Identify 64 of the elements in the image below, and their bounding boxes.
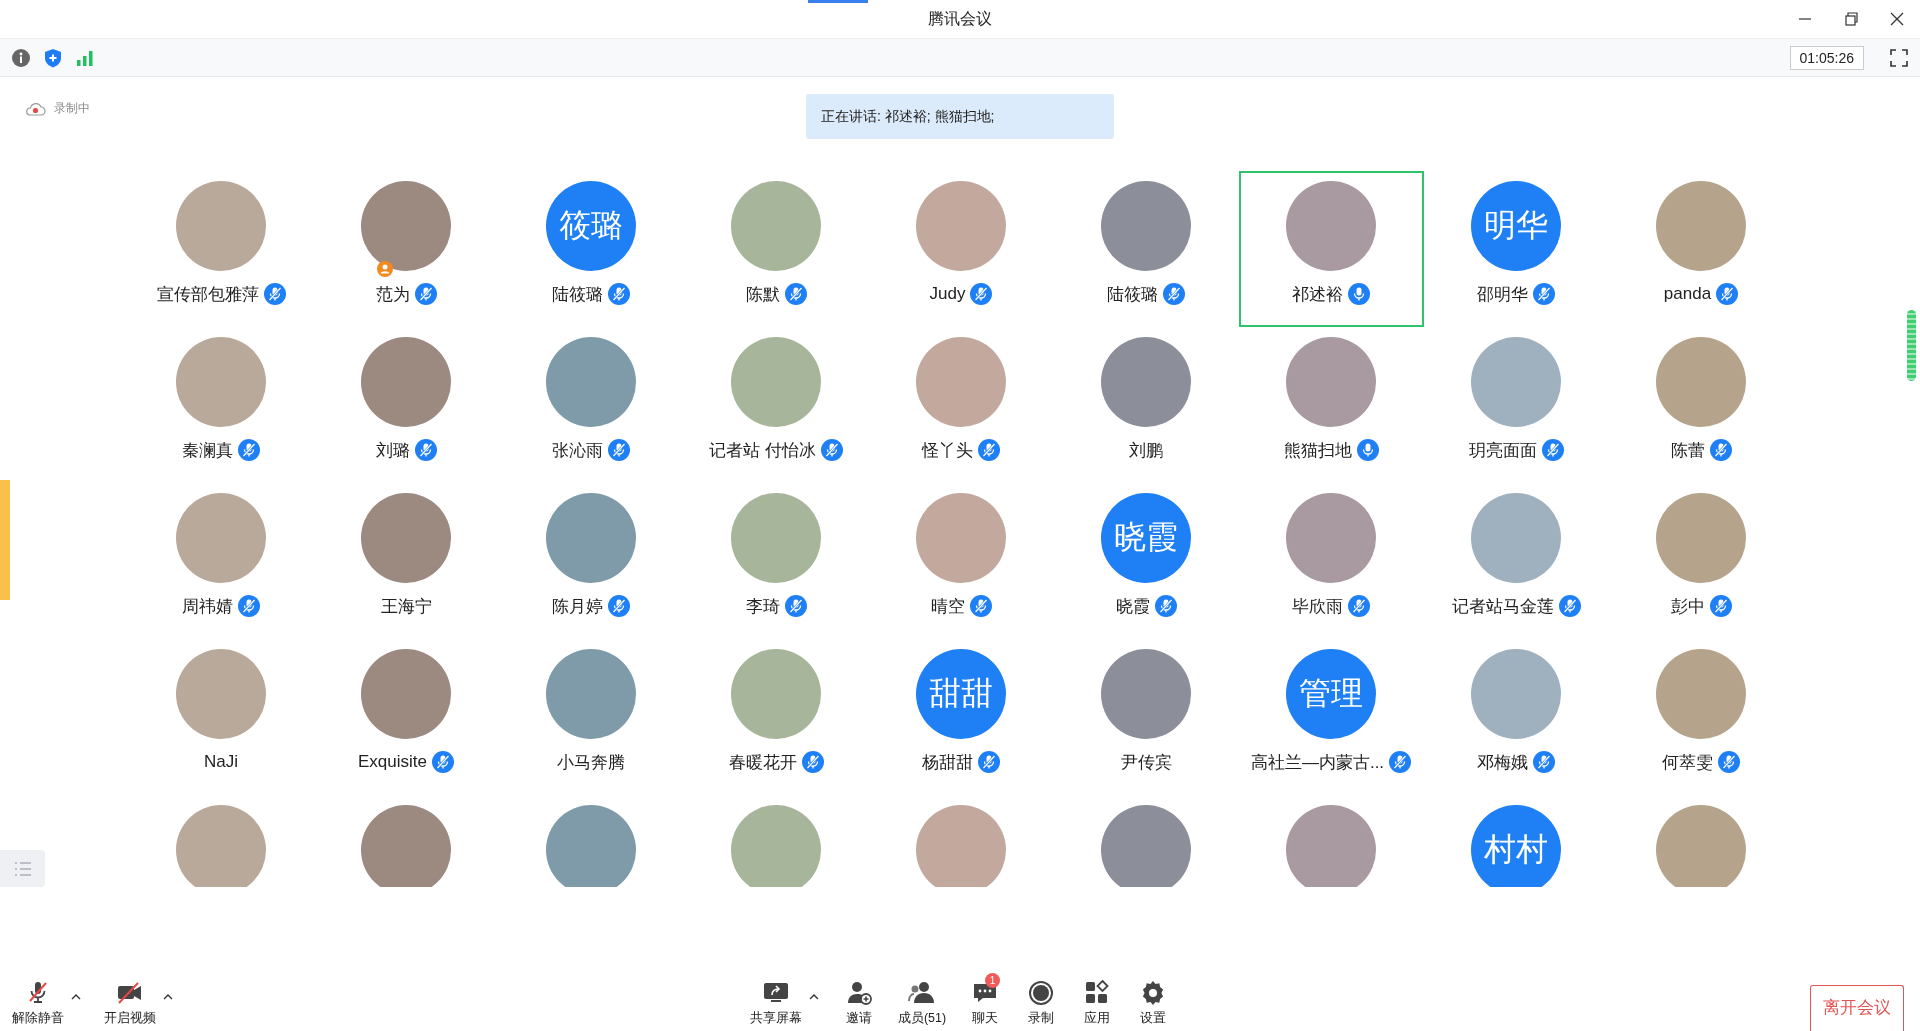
participant-name: 宣传部包雅萍 xyxy=(156,283,259,306)
share-button[interactable]: 共享屏幕 xyxy=(741,979,810,1031)
participant-name: 祁述裕 xyxy=(1292,283,1343,306)
participant-name: 尹传宾 xyxy=(1120,751,1172,774)
participant-name: 秦澜真 xyxy=(182,439,233,462)
settings-button[interactable]: 设置 xyxy=(1128,979,1179,1031)
participant-name: 怪丫头 xyxy=(922,439,973,462)
text-avatar: 筱璐 xyxy=(546,181,636,271)
window-title: 腾讯会议 xyxy=(928,8,992,29)
recording-status: 录制中 xyxy=(54,100,90,117)
participant-name: 邵明华 xyxy=(1477,283,1528,306)
participant-name: 记者站 付怡冰 xyxy=(709,439,816,462)
shield-icon[interactable] xyxy=(42,46,64,69)
participant-name: 高社兰—内蒙古... xyxy=(1250,751,1385,774)
participant-name: 刘鹏 xyxy=(1129,439,1163,462)
participant-name: 记者站马金莲 xyxy=(1451,595,1554,618)
participant-name: 彭中 xyxy=(1670,595,1705,618)
participant-name: panda xyxy=(1663,284,1712,304)
text-avatar: 明华 xyxy=(1471,181,1561,271)
participant-name: 陈月婷 xyxy=(552,595,603,618)
unread-badge: 1 xyxy=(985,973,1001,988)
participant-name: 范为 xyxy=(375,283,410,306)
participant-name: 陈蕾 xyxy=(1670,439,1705,462)
participant-name: 晴空 xyxy=(930,595,965,618)
volume-handle[interactable] xyxy=(1907,310,1916,381)
participant-name: Judy xyxy=(929,284,966,304)
participant-name: 张沁雨 xyxy=(552,439,603,462)
participant-name: 晓霞 xyxy=(1115,595,1150,618)
text-avatar: 晓霞 xyxy=(1101,493,1191,583)
participant-name: 杨甜甜 xyxy=(922,751,973,774)
text-avatar: 村村 xyxy=(1471,805,1561,887)
participant-name: 王海宁 xyxy=(380,595,432,618)
info-icon[interactable] xyxy=(10,46,32,69)
cloud-recording-icon xyxy=(24,100,46,117)
participant-name: 陈默 xyxy=(745,283,780,306)
participant-name: 玥亮面面 xyxy=(1468,439,1537,462)
speaking-banner: 正在讲话: 祁述裕; 熊猫扫地; xyxy=(806,94,1114,139)
list-toggle-button[interactable] xyxy=(0,850,45,887)
participant-name: 小马奔腾 xyxy=(557,751,625,774)
camera-button[interactable]: 开启视频 xyxy=(96,979,164,1031)
participant-name: NaJi xyxy=(204,752,238,772)
participant-name: 周祎婧 xyxy=(182,595,233,618)
leave-meeting-button[interactable]: 离开会议 xyxy=(1810,985,1904,1031)
text-avatar: 管理 xyxy=(1286,649,1376,739)
participant-name: 李琦 xyxy=(745,595,780,618)
fullscreen-icon[interactable] xyxy=(1888,46,1910,69)
active-indicator xyxy=(808,0,868,3)
invite-button[interactable]: 邀请 xyxy=(833,979,884,1031)
participant-name: 陆筱璐 xyxy=(552,283,603,306)
participant-name: 何萃雯 xyxy=(1662,751,1713,774)
apps-button[interactable]: 应用 xyxy=(1072,979,1123,1031)
participant-name: 陆筱璐 xyxy=(1107,283,1158,306)
record-icon xyxy=(1027,979,1056,1007)
text-avatar: 甜甜 xyxy=(916,649,1006,739)
participant-name: Exquisite xyxy=(358,752,427,772)
members-button[interactable]: 成员(51) xyxy=(889,979,955,1031)
mic-button[interactable]: 解除静音 xyxy=(4,979,72,1031)
meeting-timer: 01:05:26 xyxy=(1789,45,1864,70)
participant-name: 刘璐 xyxy=(375,439,410,462)
participant-name: 春暖花开 xyxy=(728,751,797,774)
participant-name: 邓梅娥 xyxy=(1477,751,1528,774)
participant-name: 熊猫扫地 xyxy=(1283,439,1352,462)
record-button[interactable]: 录制 xyxy=(1016,979,1067,1031)
participant-name: 毕欣雨 xyxy=(1292,595,1343,618)
